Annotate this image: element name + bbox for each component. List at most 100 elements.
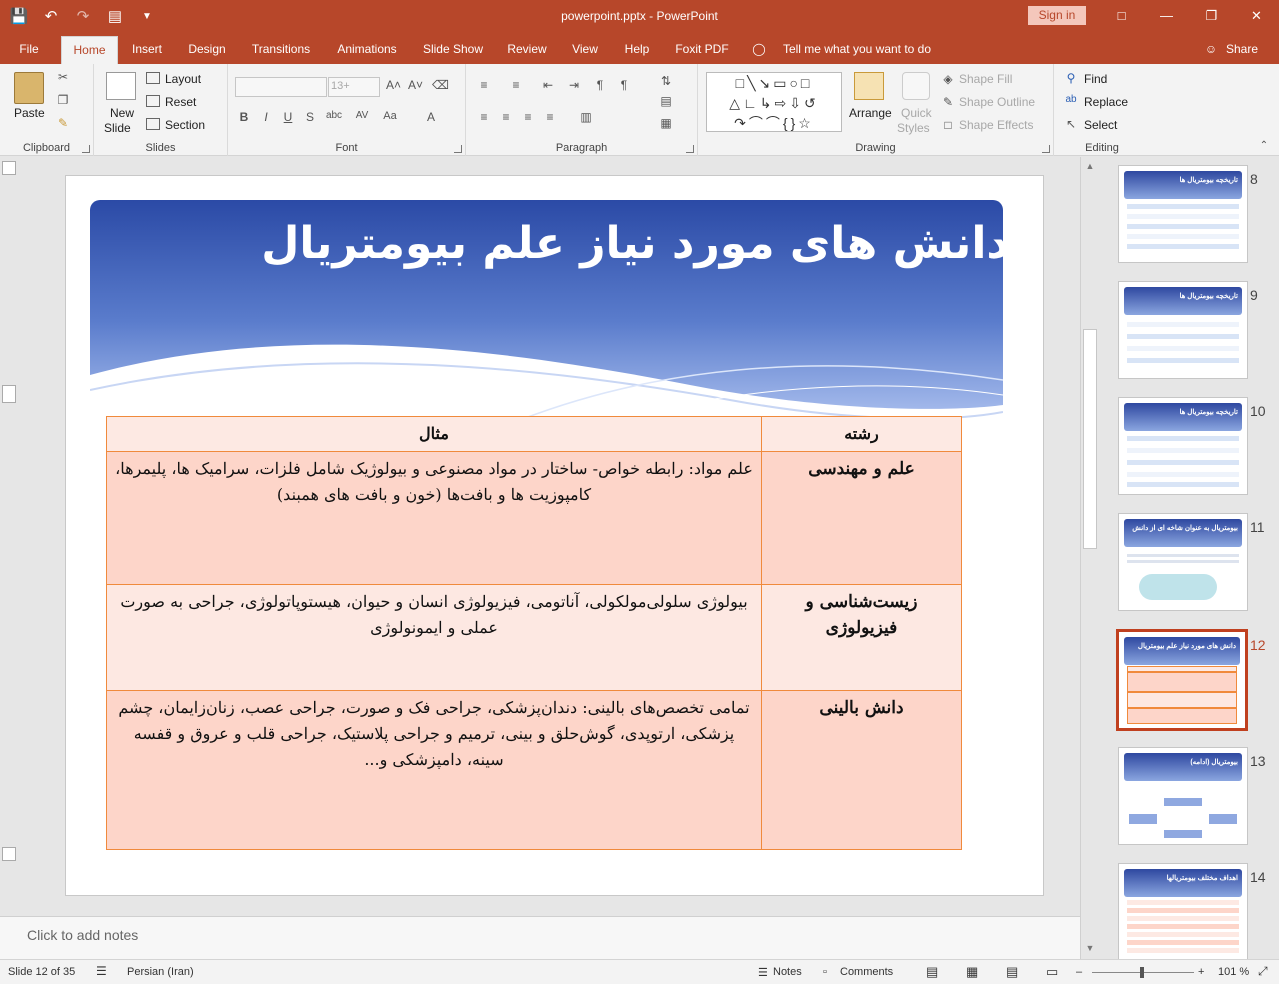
select-button[interactable]: Select: [1084, 118, 1117, 132]
slide-title[interactable]: دانش های مورد نیاز علم بیومتریال: [261, 218, 1009, 269]
language-indicator[interactable]: Persian (Iran): [127, 966, 194, 978]
text-direction-icon[interactable]: ⇅: [656, 74, 676, 88]
slide-thumbnail-14[interactable]: 14 اهداف مختلف بیومتریالها: [1098, 863, 1279, 967]
font-family-combo[interactable]: [235, 77, 327, 97]
tab-file[interactable]: File: [10, 34, 48, 64]
slide-thumbnail-13[interactable]: 13 بیومتریال (ادامه): [1098, 747, 1279, 851]
tab-animations[interactable]: Animations: [331, 34, 403, 64]
align-center-icon[interactable]: ≡: [498, 110, 514, 124]
align-right-icon[interactable]: ≡: [520, 110, 536, 124]
change-case-icon[interactable]: Aa: [380, 110, 400, 122]
columns-icon[interactable]: ▥: [578, 110, 594, 124]
format-painter-icon[interactable]: ✎: [55, 116, 71, 130]
slide-thumbnail-11[interactable]: 11 بیومتریال به عنوان شاخه ای از دانش: [1098, 513, 1279, 617]
zoom-level[interactable]: 101 %: [1218, 966, 1249, 978]
fit-to-window-icon[interactable]: ⤢: [1258, 964, 1268, 979]
arrange-icon[interactable]: [854, 72, 884, 100]
tab-help[interactable]: Help: [618, 34, 656, 64]
paste-button[interactable]: Paste: [14, 106, 45, 120]
decrease-font-icon[interactable]: A˅: [408, 78, 423, 92]
clear-formatting-icon[interactable]: ⌫: [432, 78, 449, 92]
shadow-icon[interactable]: S: [304, 110, 316, 124]
normal-view-icon[interactable]: ▤: [926, 964, 938, 980]
numbering-icon[interactable]: ≡: [508, 78, 524, 92]
scroll-up-icon[interactable]: [2, 161, 16, 175]
underline-icon[interactable]: U: [282, 110, 294, 124]
thumbnail-preview-active[interactable]: دانش های مورد نیاز علم بیومتریال: [1116, 629, 1248, 731]
arrange-button[interactable]: Arrange: [849, 106, 892, 120]
thumbnail-preview[interactable]: بیومتریال (ادامه): [1118, 747, 1248, 845]
copy-icon[interactable]: ❐: [55, 93, 71, 107]
editor-scroll-thumb[interactable]: [1083, 329, 1097, 549]
layout-button[interactable]: Layout: [165, 72, 201, 86]
tab-review[interactable]: Review: [503, 34, 551, 64]
thumbnail-preview[interactable]: بیومتریال به عنوان شاخه ای از دانش: [1118, 513, 1248, 611]
rtl-icon[interactable]: ¶: [592, 78, 608, 92]
font-size-combo[interactable]: 13+: [328, 77, 380, 97]
thumbnail-preview[interactable]: تاریخچه بیومتریال ها: [1118, 397, 1248, 495]
align-left-icon[interactable]: ≡: [476, 110, 492, 124]
spell-check-icon[interactable]: ☰: [96, 964, 107, 978]
cut-icon[interactable]: ✂: [55, 70, 71, 84]
new-slide-icon[interactable]: [106, 72, 136, 100]
ltr-icon[interactable]: ¶: [616, 78, 632, 92]
increase-indent-icon[interactable]: ⇥: [566, 78, 582, 92]
editor-vertical-scrollbar[interactable]: ▲ ▼: [1080, 157, 1098, 959]
tell-me-search[interactable]: Tell me what you want to do: [778, 34, 936, 64]
tab-slide-show[interactable]: Slide Show: [419, 34, 487, 64]
content-table[interactable]: رشته مثال علم و مهندسی علم مواد: رابطه خ…: [106, 416, 962, 850]
decrease-indent-icon[interactable]: ⇤: [540, 78, 556, 92]
zoom-in-icon[interactable]: +: [1198, 966, 1204, 978]
thumbnail-preview[interactable]: تاریخچه بیومتریال ها: [1118, 281, 1248, 379]
scroll-thumb[interactable]: [2, 385, 16, 403]
quick-styles-icon[interactable]: [902, 72, 930, 100]
slide-canvas[interactable]: دانش های مورد نیاز علم بیومتریال رشته مث…: [65, 175, 1044, 896]
new-slide-label-2[interactable]: Slide: [104, 121, 131, 135]
tab-design[interactable]: Design: [182, 34, 232, 64]
tab-view[interactable]: View: [565, 34, 605, 64]
tab-home[interactable]: Home: [61, 36, 118, 64]
slide-thumbnail-12[interactable]: 12 دانش های مورد نیاز علم بیومتریال: [1098, 629, 1279, 735]
font-launcher-icon[interactable]: [454, 145, 462, 153]
scroll-down-arrow-icon[interactable]: ▼: [1084, 943, 1096, 955]
reset-button[interactable]: Reset: [165, 95, 196, 109]
bullets-icon[interactable]: ≡: [476, 78, 492, 92]
quick-styles-label-2[interactable]: Styles: [897, 121, 930, 135]
slide-thumbnail-9[interactable]: 9 تاریخچه بیومتریال ها: [1098, 281, 1279, 385]
minimize-icon[interactable]: —: [1144, 0, 1189, 32]
sign-in-button[interactable]: Sign in: [1028, 6, 1086, 25]
scroll-up-arrow-icon[interactable]: ▲: [1084, 161, 1096, 173]
thumbnail-preview[interactable]: تاریخچه بیومتریال ها: [1118, 165, 1248, 263]
slide-sorter-icon[interactable]: ▦: [966, 964, 978, 980]
close-icon[interactable]: ✕: [1234, 0, 1279, 32]
slideshow-icon[interactable]: ▭: [1046, 964, 1058, 980]
notes-placeholder[interactable]: Click to add notes: [27, 927, 138, 943]
slide-thumbnail-10[interactable]: 10 تاریخچه بیومتریال ها: [1098, 397, 1279, 501]
tab-transitions[interactable]: Transitions: [246, 34, 316, 64]
shapes-gallery[interactable]: □╲↘▭○□ △∟↳⇨⇩↺ ↷⌒⌒{}☆: [706, 72, 842, 132]
italic-icon[interactable]: I: [260, 110, 272, 124]
collapse-ribbon-icon[interactable]: ⌃: [1258, 140, 1270, 151]
clipboard-launcher-icon[interactable]: [82, 145, 90, 153]
section-button[interactable]: Section: [165, 118, 205, 132]
tab-insert[interactable]: Insert: [124, 34, 170, 64]
zoom-out-icon[interactable]: –: [1076, 966, 1082, 978]
font-color-icon[interactable]: A: [424, 110, 438, 124]
increase-font-icon[interactable]: A˄: [386, 78, 401, 92]
shape-effects-button[interactable]: Shape Effects: [959, 118, 1034, 132]
comments-toggle[interactable]: Comments: [840, 966, 893, 978]
zoom-slider-thumb[interactable]: [1140, 967, 1144, 978]
reading-view-icon[interactable]: ▤: [1006, 964, 1018, 980]
align-text-icon[interactable]: ▤: [656, 94, 676, 108]
notes-toggle[interactable]: Notes: [773, 966, 802, 978]
restore-icon[interactable]: ❐: [1189, 0, 1234, 32]
find-button[interactable]: Find: [1084, 72, 1107, 86]
notes-pane[interactable]: Click to add notes: [0, 916, 1080, 959]
spacing-icon[interactable]: AV: [352, 110, 372, 121]
slide-thumbnail-8[interactable]: 8 تاریخچه بیومتریال ها: [1098, 165, 1279, 269]
bold-icon[interactable]: B: [238, 110, 250, 124]
tab-foxit-pdf[interactable]: Foxit PDF: [670, 34, 734, 64]
shape-outline-button[interactable]: Shape Outline: [959, 95, 1035, 109]
quick-styles-label-1[interactable]: Quick: [901, 106, 932, 120]
strikethrough-icon[interactable]: abc: [324, 110, 344, 121]
